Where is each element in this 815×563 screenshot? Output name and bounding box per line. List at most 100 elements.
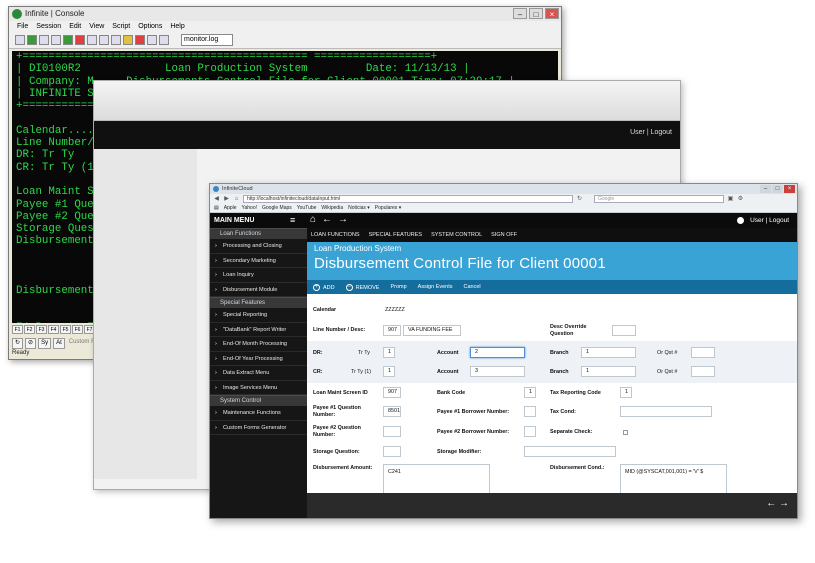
- sidebar-item-image-services[interactable]: › Image Services Menu: [210, 381, 307, 395]
- save-icon[interactable]: [39, 35, 49, 45]
- record-icon[interactable]: [147, 35, 157, 45]
- menu-edit[interactable]: Edit: [69, 21, 81, 32]
- sidebar-item-databank-report-writer[interactable]: › "DataBank" Report Writer: [210, 323, 307, 337]
- menu-options[interactable]: Options: [138, 21, 162, 32]
- assign-events-button[interactable]: Assign Events: [418, 284, 453, 290]
- folder-icon[interactable]: [123, 35, 133, 45]
- storage-modifier-field[interactable]: [524, 446, 616, 457]
- browser-tab-title[interactable]: InfiniteCloud: [222, 186, 253, 192]
- search-field[interactable]: Google: [594, 195, 724, 203]
- remove-button[interactable]: − REMOVE: [345, 283, 379, 291]
- payee1-borrower-field[interactable]: [524, 406, 536, 417]
- print-icon[interactable]: [51, 35, 61, 45]
- sidebar-item-loan-inquiry[interactable]: › Loan Inquiry: [210, 268, 307, 283]
- bank-code-field[interactable]: 1: [524, 387, 536, 398]
- add-button[interactable]: + ADD: [313, 283, 335, 291]
- nav-special-features[interactable]: SPECIAL FEATURES: [369, 228, 423, 242]
- line-number-field[interactable]: 907: [383, 325, 401, 336]
- sidebar-item-custom-forms-generator[interactable]: › Custom Forms Generator: [210, 421, 307, 435]
- close-icon[interactable]: ×: [545, 8, 559, 19]
- browser-forward-icon[interactable]: ▶: [223, 196, 230, 203]
- print-screen-icon[interactable]: [111, 35, 121, 45]
- new-session-icon[interactable]: [15, 35, 25, 45]
- sidebar-item-special-reporting[interactable]: › Special Reporting: [210, 308, 307, 323]
- tax-cond-field[interactable]: [620, 406, 712, 417]
- menu-view[interactable]: View: [89, 21, 104, 32]
- cancel-button[interactable]: Cancel: [464, 284, 481, 290]
- menu-script[interactable]: Script: [112, 21, 130, 32]
- function-key-f1[interactable]: F1: [12, 325, 23, 334]
- check-icon[interactable]: [63, 35, 73, 45]
- back-arrow-icon[interactable]: ←: [322, 215, 332, 225]
- cr-branch-field[interactable]: 1: [581, 366, 636, 377]
- dr-orqst-field[interactable]: [691, 347, 715, 358]
- description-field[interactable]: VA FUNDING FEE: [403, 325, 461, 336]
- user-logout-links[interactable]: User | Logout: [750, 217, 789, 224]
- payee1-field[interactable]: 8501: [383, 406, 401, 417]
- bookmark-apple[interactable]: Apple: [224, 205, 237, 211]
- log-file-field[interactable]: monitor.log: [181, 34, 233, 46]
- browser-back-icon[interactable]: ◀: [213, 196, 220, 203]
- cr-orqst-field[interactable]: [691, 366, 715, 377]
- maximize-icon[interactable]: □: [529, 8, 543, 19]
- tax-code-field[interactable]: 1: [620, 387, 632, 398]
- sidebar-item-maintenance-functions[interactable]: › Maintenance Functions: [210, 406, 307, 421]
- nav-sign-off[interactable]: SIGN OFF: [491, 228, 517, 242]
- sidebar-item-end-of-month[interactable]: › End-Of Month Processing: [210, 337, 307, 352]
- cr-account-field[interactable]: 3: [470, 366, 525, 377]
- bookmark-populares[interactable]: Populares ▾: [375, 205, 401, 211]
- separate-check-checkbox[interactable]: [623, 430, 628, 435]
- minimize-icon[interactable]: –: [760, 185, 771, 193]
- sidebar-item-processing-and-closing[interactable]: › Processing and Closing: [210, 239, 307, 254]
- payee2-field[interactable]: [383, 426, 401, 437]
- function-key-f6[interactable]: F6: [72, 325, 83, 334]
- dr-branch-field[interactable]: 1: [581, 347, 636, 358]
- payee2-borrower-field[interactable]: [524, 426, 536, 437]
- bookmark-yahoo[interactable]: Yahoo!: [242, 205, 257, 211]
- cr-trty-field[interactable]: 1: [383, 366, 395, 377]
- sidebar-item-secondary-marketing[interactable]: › Secondary Marketing: [210, 254, 307, 268]
- stop-icon[interactable]: ⊘: [25, 337, 37, 349]
- storage-question-field[interactable]: [383, 446, 401, 457]
- bookmark-youtube[interactable]: YouTube: [297, 205, 317, 211]
- function-key-f5[interactable]: F5: [60, 325, 71, 334]
- function-key-f3[interactable]: F3: [36, 325, 47, 334]
- help-icon[interactable]: [135, 35, 145, 45]
- forward-arrow-icon[interactable]: →: [338, 215, 348, 225]
- function-key-f4[interactable]: F4: [48, 325, 59, 334]
- refresh-icon[interactable]: ↻: [12, 337, 24, 349]
- bookmark-google-maps[interactable]: Google Maps: [262, 205, 292, 211]
- maximize-icon[interactable]: □: [772, 185, 783, 193]
- home-icon[interactable]: ⌂: [233, 196, 240, 203]
- dr-trty-field[interactable]: 1: [383, 347, 395, 358]
- reload-icon[interactable]: ↻: [576, 196, 583, 203]
- close-icon[interactable]: ×: [784, 185, 795, 193]
- menu-help[interactable]: Help: [170, 21, 184, 32]
- sidebar-item-end-of-year[interactable]: › End-Of Year Processing: [210, 352, 307, 366]
- minimize-icon[interactable]: –: [513, 8, 527, 19]
- page-menu-icon[interactable]: ▣: [727, 196, 734, 203]
- paste-icon[interactable]: [99, 35, 109, 45]
- hamburger-icon[interactable]: ≡: [290, 216, 295, 225]
- home-icon[interactable]: ⌂: [310, 215, 316, 225]
- settings-icon[interactable]: ⚙: [737, 196, 744, 203]
- function-key-f2[interactable]: F2: [24, 325, 35, 334]
- menu-file[interactable]: File: [17, 21, 28, 32]
- connect-icon[interactable]: [27, 35, 37, 45]
- prompt-button[interactable]: Promp: [390, 284, 406, 290]
- sidebar-item-disbursement-module[interactable]: › Disbursement Module: [210, 283, 307, 297]
- desc-override-field[interactable]: [612, 325, 636, 336]
- disconnect-icon[interactable]: [75, 35, 85, 45]
- loan-maint-field[interactable]: 907: [383, 387, 401, 398]
- nav-loan-functions[interactable]: LOAN FUNCTIONS: [311, 228, 360, 242]
- bookmark-wikipedia[interactable]: Wikipedia: [321, 205, 343, 211]
- sidebar-item-data-extract[interactable]: › Data Extract Menu: [210, 366, 307, 381]
- attention-button[interactable]: At: [53, 337, 65, 349]
- sys-request-button[interactable]: Sy: [38, 337, 52, 349]
- nav-system-control[interactable]: SYSTEM CONTROL: [431, 228, 482, 242]
- play-icon[interactable]: [159, 35, 169, 45]
- url-field[interactable]: http://localhost/infinitecloud/dataInput…: [243, 195, 573, 203]
- middle-user-links[interactable]: User | Logout: [630, 129, 672, 136]
- dr-account-field[interactable]: 2: [470, 347, 525, 358]
- menu-session[interactable]: Session: [36, 21, 61, 32]
